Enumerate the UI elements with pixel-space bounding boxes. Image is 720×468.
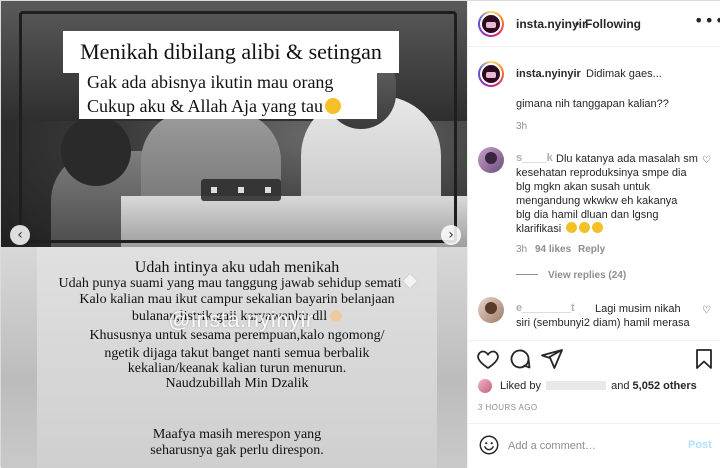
comment-like-heart-icon[interactable]: ♡ xyxy=(702,155,711,166)
image-text-line-text: Udah punya suami yang mau tanggung jawab… xyxy=(58,276,402,291)
comment-text: klarifikasi xyxy=(516,223,562,235)
comment-text: siri (sembunyi2 diam) hamil merasa xyxy=(516,317,690,329)
laugh-emoji-icon xyxy=(579,222,591,233)
laugh-emoji-icon xyxy=(566,222,578,233)
image-text-line: Kalo kalian mau ikut campur sekalian bay… xyxy=(79,292,395,307)
post-timestamp[interactable]: 3 HOURS AGO xyxy=(478,403,538,412)
comment-text-last: klarifikasi xyxy=(516,222,604,236)
chevron-right-icon[interactable]: › xyxy=(441,225,461,245)
post-actions: Liked by and 5,052 others 3 HOURS AGO xyxy=(468,340,720,432)
comment-text: Dlu katanya ada masalah sm xyxy=(556,153,698,165)
image-text-line: seharusnya gak perlu direspon. xyxy=(150,443,324,458)
comment-text: kesehatan reproduksinya smpe dia xyxy=(516,167,687,179)
comment-text: Lagi musim nikah xyxy=(595,303,681,315)
image-text-line: Naudzubillah Min Dzalik xyxy=(165,376,309,391)
bookmark-icon[interactable] xyxy=(692,347,716,371)
image-subtitle: Gak ada abisnya ikutin mau orang Cukup a… xyxy=(79,67,377,119)
play-icon[interactable] xyxy=(238,187,244,193)
rewind-icon[interactable] xyxy=(211,187,217,193)
image-text-line: ngetik dijaga takut banget nanti semua b… xyxy=(104,346,370,361)
forward-icon[interactable] xyxy=(265,187,271,193)
more-icon[interactable]: ••• xyxy=(694,11,720,30)
avatar[interactable] xyxy=(478,11,504,37)
post-button[interactable]: Post xyxy=(688,439,712,451)
image-subtitle-line-2-text: Cukup aku & Allah Aja yang tau xyxy=(87,96,323,116)
comment-time: 3h xyxy=(516,244,528,255)
header-separator: • xyxy=(575,17,580,31)
post-header: insta.nyinyir • Following ••• xyxy=(468,1,720,47)
comment-text: _________________________________ xyxy=(516,331,718,340)
image-subtitle-line-2: Cukup aku & Allah Aja yang tau xyxy=(87,94,369,118)
comment-like-heart-icon[interactable]: ♡ xyxy=(702,305,711,316)
liked-by-and: and xyxy=(611,380,630,392)
comment-icon[interactable] xyxy=(508,347,532,371)
image-text-line: Udah intinya aku udah menikah xyxy=(134,259,340,276)
caption-text: Didimak gaes... xyxy=(586,68,662,80)
heart-icon[interactable] xyxy=(476,347,500,371)
comment-text: blg mgkn akan susah untuk xyxy=(516,181,650,193)
comment-avatar[interactable] xyxy=(478,297,504,323)
comment-text: mengandung wkwkw eh kakanya xyxy=(516,195,678,207)
caption-username[interactable]: insta.nyinyir xyxy=(516,68,581,80)
share-icon[interactable] xyxy=(540,347,564,371)
liked-by-name-redacted xyxy=(546,381,607,390)
comment-likes[interactable]: 94 likes xyxy=(535,244,571,255)
image-text-line: Udah punya suami yang mau tanggung jawab… xyxy=(37,273,437,291)
reply-button[interactable]: Reply xyxy=(578,244,605,255)
view-replies-button[interactable]: View replies (24) xyxy=(516,270,626,281)
image-text-line: Maafya masih merespon yang xyxy=(152,427,322,442)
laugh-emoji-icon xyxy=(592,222,604,233)
liked-by-avatar[interactable] xyxy=(478,379,492,393)
caption-avatar[interactable] xyxy=(478,61,504,87)
image-text-line: kekalian/keanak kalian turun menurun. xyxy=(127,361,347,376)
comment-input[interactable] xyxy=(508,436,678,456)
chevron-left-icon[interactable]: ‹ xyxy=(10,225,30,245)
image-subtitle-line-1: Gak ada abisnya ikutin mau orang xyxy=(87,72,334,92)
post-window: Menikah dibilang alibi & setingan Gak ad… xyxy=(0,0,720,468)
caption-time: 3h xyxy=(516,121,528,132)
comment-text: blg dia hamil dluan dan lgsng xyxy=(516,209,659,221)
following-button[interactable]: Following xyxy=(585,17,641,31)
liked-by-prefix: Liked by xyxy=(500,380,541,392)
watermark: @insta.nyinyir xyxy=(168,307,314,332)
likes-count[interactable]: 5,052 others xyxy=(633,380,697,392)
add-comment-bar: Post xyxy=(468,423,720,468)
emoji-icon[interactable] xyxy=(478,434,500,456)
video-controls[interactable] xyxy=(201,179,281,201)
caption-text-2: gimana nih tanggapan kalian?? xyxy=(516,98,669,110)
comment-username[interactable]: s____k xyxy=(516,152,553,164)
post-media[interactable]: Menikah dibilang alibi & setingan Gak ad… xyxy=(1,1,467,468)
comment-avatar[interactable] xyxy=(478,147,504,173)
post-sidebar: insta.nyinyir • Following ••• insta.nyin… xyxy=(467,1,720,468)
white-heart-icon xyxy=(403,273,418,289)
comment-username[interactable]: e________t xyxy=(516,302,575,314)
smile-emoji-icon xyxy=(324,98,341,114)
liked-by[interactable]: Liked by and 5,052 others xyxy=(500,380,697,392)
comments-list[interactable]: insta.nyinyir Didimak gaes... gimana nih… xyxy=(468,48,720,340)
